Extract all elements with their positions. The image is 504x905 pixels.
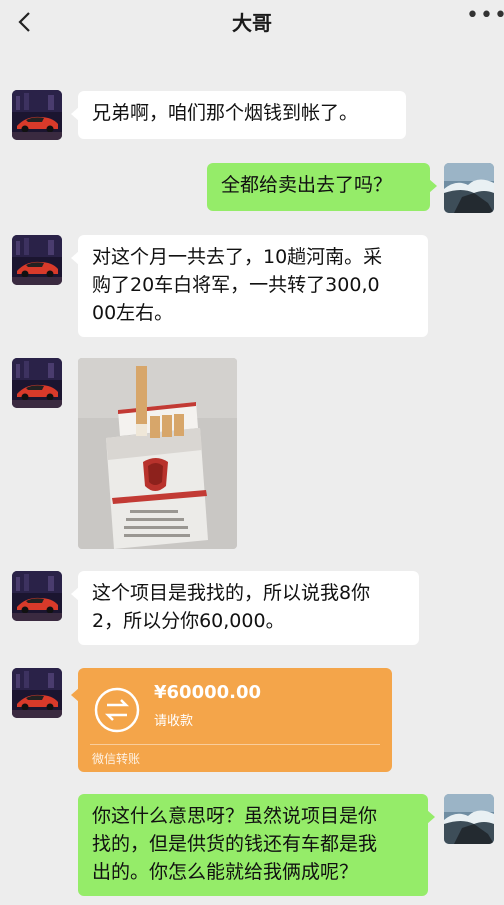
transfer-arrows-icon: [94, 687, 140, 733]
chat-title: 大哥: [232, 11, 272, 35]
cigarette-pack-photo[interactable]: [78, 358, 237, 549]
self-avatar[interactable]: [444, 163, 494, 213]
message-line: 这个项目是我找的，所以说我8你: [92, 582, 371, 604]
more-options-icon[interactable]: •••: [466, 5, 504, 33]
message-bubble-outgoing[interactable]: 你这什么意思呀？虽然说项目是你 找的，但是供货的钱还有车都是我 出的。你怎么能就…: [78, 794, 435, 896]
message-line: 2，所以分你60,000。: [92, 610, 285, 632]
contact-avatar[interactable]: [12, 668, 62, 718]
message-line: 对这个月一共去了，10趟河南。采: [92, 246, 383, 268]
transfer-status: 请收款: [154, 714, 194, 729]
contact-avatar[interactable]: [12, 571, 62, 621]
message-bubble-outgoing[interactable]: 全都给卖出去了吗？: [207, 163, 437, 211]
contact-avatar[interactable]: [12, 358, 62, 408]
divider: [90, 744, 380, 745]
contact-avatar[interactable]: [12, 235, 62, 285]
message-line: 你这什么意思呀？虽然说项目是你: [92, 805, 378, 827]
message-bubble-incoming[interactable]: 对这个月一共去了，10趟河南。采 购了20车白将军，一共转了300,0 00左右…: [71, 235, 428, 337]
message-text: 全都给卖出去了吗？: [221, 174, 393, 196]
transfer-footer: 微信转账: [92, 752, 141, 766]
message-line: 00左右。: [92, 302, 174, 324]
message-line: 出的。你怎么能就给我俩成呢？: [92, 861, 359, 883]
message-line: 购了20车白将军，一共转了300,0: [92, 274, 380, 296]
message-bubble-incoming[interactable]: 这个项目是我找的，所以说我8你 2，所以分你60,000。: [71, 571, 419, 645]
message-line: 找的，但是供货的钱还有车都是我: [92, 833, 378, 855]
money-transfer-card[interactable]: ¥60000.00 请收款 微信转账: [71, 668, 392, 772]
message-bubble-incoming[interactable]: 兄弟啊，咱们那个烟钱到帐了。: [71, 91, 406, 139]
contact-avatar[interactable]: [12, 90, 62, 140]
message-text: 兄弟啊，咱们那个烟钱到帐了。: [92, 102, 359, 124]
chat-header: 大哥 •••: [0, 0, 504, 46]
transfer-amount: ¥60000.00: [154, 682, 262, 703]
self-avatar[interactable]: [444, 794, 494, 844]
